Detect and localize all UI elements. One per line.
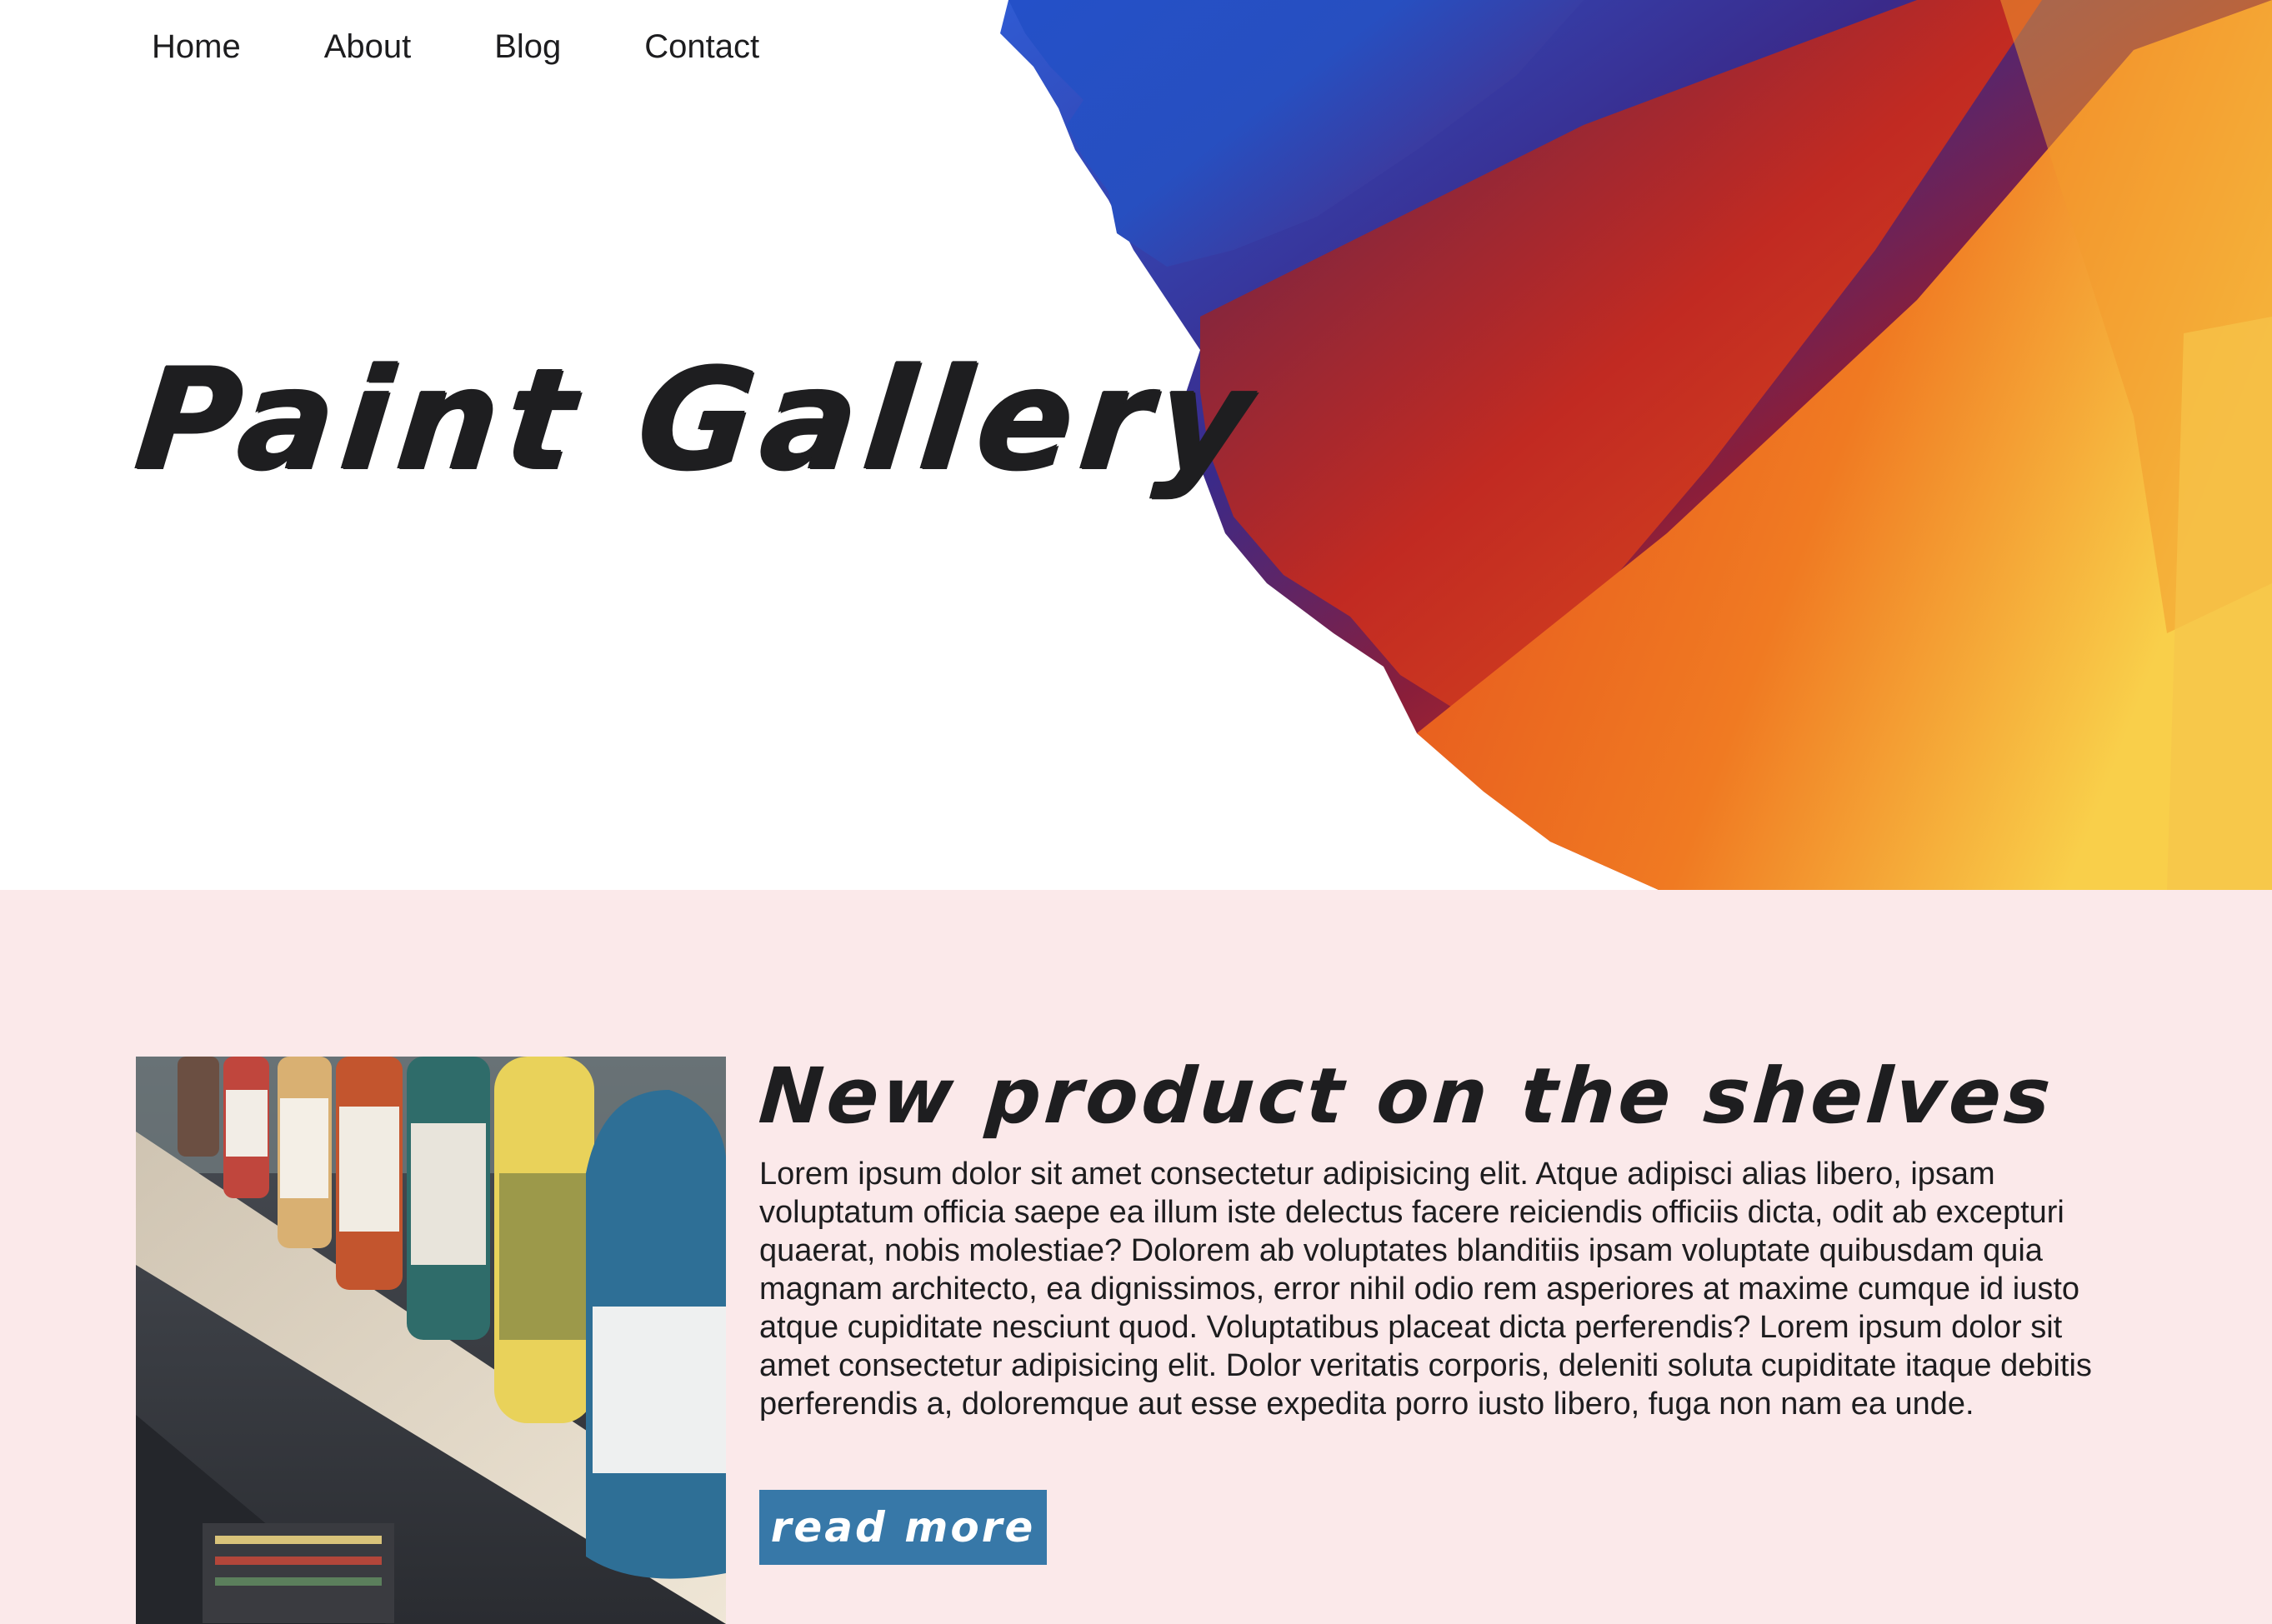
nav-link-home[interactable]: Home	[152, 23, 241, 70]
read-more-button[interactable]: read more	[759, 1490, 1047, 1565]
product-text-block: New product on the shelves Lorem ipsum d…	[756, 1047, 2143, 1423]
nav-link-blog[interactable]: Blog	[494, 23, 561, 70]
nav-link-contact[interactable]: Contact	[644, 23, 759, 70]
product-image	[136, 1057, 726, 1624]
product-section: New product on the shelves Lorem ipsum d…	[0, 890, 2272, 1624]
product-description: Lorem ipsum dolor sit amet consectetur a…	[759, 1157, 2092, 1422]
main-nav: Home About Blog Contact	[152, 23, 843, 70]
hero-section: Home About Blog Contact Paint Gallery	[0, 0, 2272, 890]
hero-title: Paint Gallery	[128, 337, 1267, 501]
product-heading: New product on the shelves	[756, 1052, 2057, 1141]
nav-link-about[interactable]: About	[324, 23, 412, 70]
